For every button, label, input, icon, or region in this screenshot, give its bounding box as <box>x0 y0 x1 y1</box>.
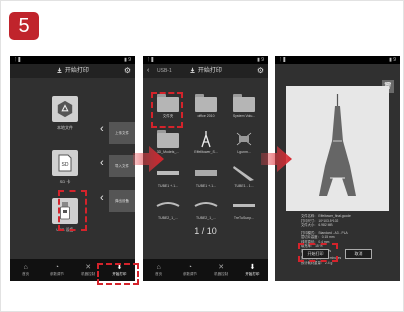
page-title: 开始打印 <box>64 68 89 74</box>
model-preview <box>286 86 389 211</box>
title-bar: ‹ USB-1 开始打印 ⚙ <box>143 64 268 78</box>
arrow-right-icon <box>261 146 292 172</box>
cancel-button[interactable]: 取消 <box>345 249 372 259</box>
eject-device-button[interactable]: 弹出设备 <box>109 190 135 212</box>
nav-params[interactable]: ◔ 参数调节 <box>174 259 205 281</box>
wifi-icon: ᛚ ▋ <box>14 57 22 63</box>
model-thumbnail-icon <box>236 132 252 146</box>
file-item[interactable]: TreTuSunp... <box>228 196 260 227</box>
step-badge: 5 <box>9 12 39 40</box>
nav-home[interactable]: ⌂ 首页 <box>143 259 174 281</box>
arrow-right-icon <box>133 146 164 172</box>
nav-machine[interactable]: ✕ 机器控制 <box>206 259 237 281</box>
upload-file-button[interactable]: 上传文件 <box>109 122 135 144</box>
print-title-icon <box>190 67 195 73</box>
chevron-left-icon: ‹ <box>100 157 104 169</box>
local-files-icon <box>52 96 78 122</box>
battery-icon: ▮ 9 <box>257 57 264 63</box>
status-bar: ᛚ ▋ ▮ 9 <box>143 56 268 64</box>
file-name: Effelltower_S... <box>194 150 218 154</box>
source-sd[interactable]: SD SD 卡 <box>45 150 85 185</box>
folder-icon <box>233 94 255 112</box>
file-name: Lgunm... <box>237 150 251 154</box>
source-label: SD 卡 <box>59 179 71 184</box>
file-item[interactable]: Effelltower_S... <box>190 130 222 161</box>
sd-card-icon: SD <box>52 150 78 176</box>
file-item[interactable]: office 2010 <box>190 94 222 125</box>
status-bar: ᛚ ▋ ▮ 9 <box>10 56 135 64</box>
file-name: TUBE1 +.1... <box>195 184 217 188</box>
page-title: 开始打印 <box>197 68 222 74</box>
svg-text:SD: SD <box>62 162 69 168</box>
import-file-button[interactable]: 导入文件 <box>109 155 135 177</box>
file-item[interactable]: System Volu... <box>228 94 260 125</box>
page-indicator: 1 / 10 <box>194 226 217 236</box>
tune-icon: ◔ <box>54 264 59 271</box>
gear-icon[interactable]: ⚙ <box>124 64 131 78</box>
bottom-nav: ⌂ 首页 ◔ 参数调节 ✕ 机器控制 ⬇ 开始打印 <box>143 259 268 281</box>
file-item[interactable]: TUBE2_1_... <box>152 196 184 227</box>
status-bar: ᛚ ▋ ▮ 9 <box>275 56 400 64</box>
eiffel-tower-image <box>319 94 356 196</box>
battery-icon: ▮ 9 <box>124 57 131 63</box>
file-name: TUBE2_1_... <box>157 216 179 220</box>
print-icon: ⬇ <box>249 264 256 271</box>
chevron-left-icon: ‹ <box>100 192 104 204</box>
model-thumbnail-icon <box>201 131 211 148</box>
gear-icon[interactable]: ⚙ <box>257 64 264 78</box>
print-title-icon <box>57 67 62 73</box>
file-name: TUBE1 +.1... <box>157 184 179 188</box>
title-bar: 开始打印 ⚙ <box>10 64 135 78</box>
model-thumbnail-icon <box>233 204 255 207</box>
nav-home[interactable]: ⌂ 首页 <box>10 259 41 281</box>
model-thumbnail-icon <box>233 166 254 181</box>
file-item[interactable]: TUBE2_1_... <box>190 196 222 227</box>
highlight-start-print <box>298 243 338 262</box>
tune-icon: ◔ <box>187 264 192 271</box>
model-thumbnail-icon <box>194 202 218 207</box>
file-name: TUBE1 - 1... <box>234 184 254 188</box>
nav-params[interactable]: ◔ 参数调节 <box>41 259 72 281</box>
source-label: 本地文件 <box>57 125 73 130</box>
battery-icon: ▮ 9 <box>389 57 396 63</box>
chevron-left-icon: ‹ <box>100 123 104 135</box>
wifi-icon: ᛚ ▋ <box>279 57 287 63</box>
back-icon[interactable]: ‹ <box>147 64 149 78</box>
home-icon: ⌂ <box>23 264 28 271</box>
wifi-icon: ᛚ ▋ <box>147 57 155 63</box>
folder-icon <box>195 94 217 112</box>
file-name: System Volu... <box>232 114 256 118</box>
highlight-print-tab <box>97 263 139 285</box>
model-thumbnail-icon <box>195 170 217 176</box>
phone-source-select: ᛚ ▋ ▮ 9 开始打印 ⚙ 本地文件 SD SD 卡 USB 设备 ‹ ‹ ‹… <box>10 56 135 281</box>
tools-icon: ✕ <box>218 264 225 271</box>
nav-print[interactable]: ⬇ 开始打印 <box>237 259 268 281</box>
file-item[interactable]: Lgunm... <box>228 130 260 161</box>
highlight-usb <box>58 190 87 231</box>
file-item[interactable]: TUBE1 - 1... <box>228 164 260 195</box>
highlight-folder <box>151 92 183 128</box>
file-name: office 2010 <box>197 114 215 118</box>
file-name: TreTuSunp... <box>233 216 255 220</box>
model-thumbnail-icon <box>156 202 180 207</box>
file-name: TUBE2_1_... <box>195 216 217 220</box>
file-item[interactable]: TUBE1 +.1... <box>190 164 222 195</box>
breadcrumb: USB-1 <box>157 68 172 74</box>
home-icon: ⌂ <box>156 264 161 271</box>
source-local[interactable]: 本地文件 <box>45 96 85 131</box>
